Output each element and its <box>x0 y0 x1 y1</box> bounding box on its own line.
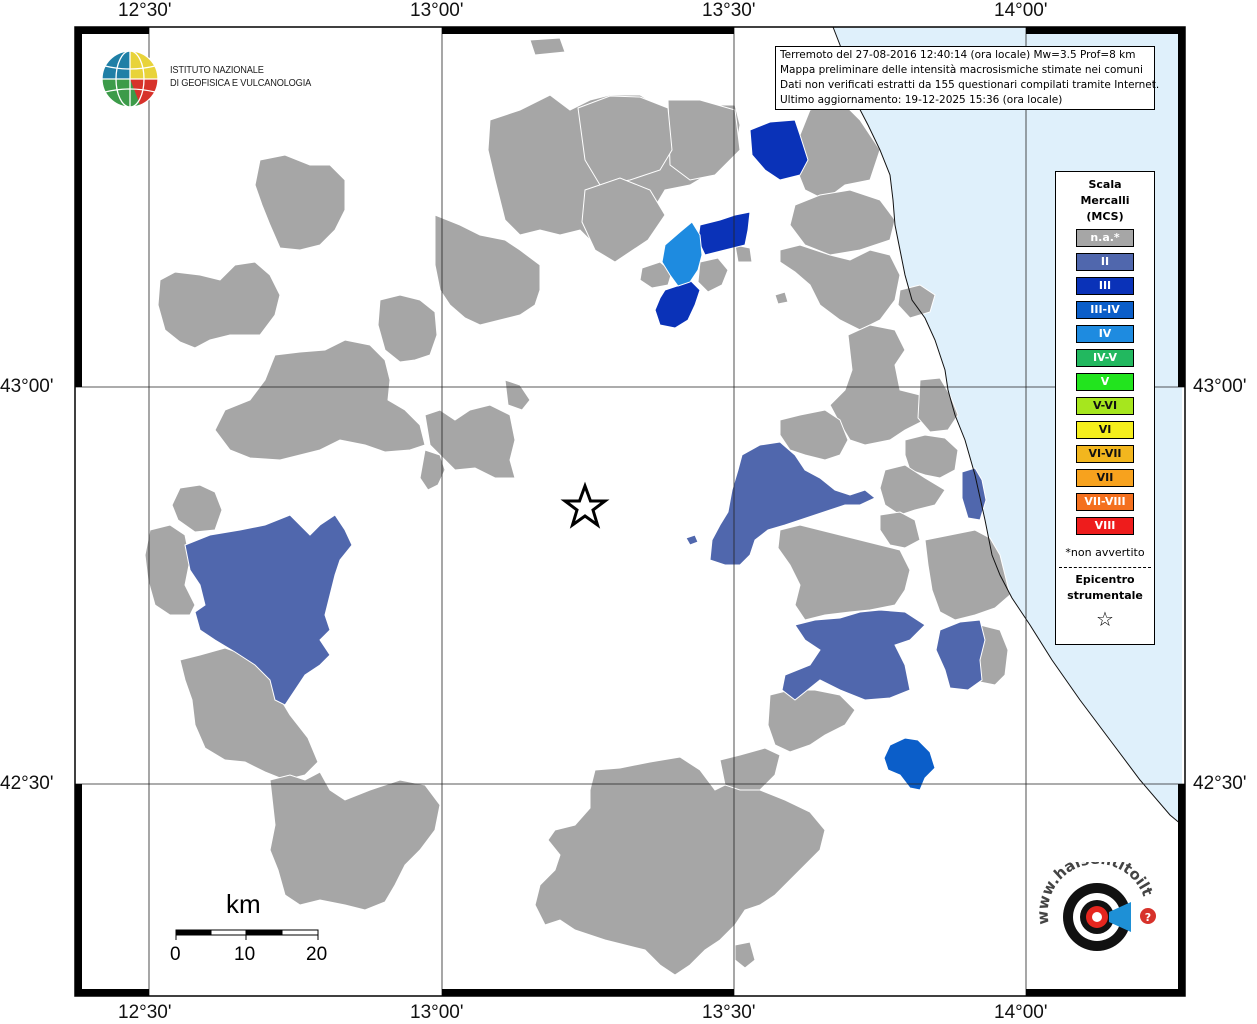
legend-swatch: V-VI <box>1076 397 1134 415</box>
legend-title: Scala Mercalli (MCS) <box>1056 177 1154 225</box>
legend-swatch: III <box>1076 277 1134 295</box>
lat-label-42-30-right: 42°30' <box>1193 773 1247 794</box>
event-info-box: Terremoto del 27-08-2016 12:40:14 (ora l… <box>775 46 1160 110</box>
legend-epicenter-line: strumentale <box>1067 589 1143 602</box>
lon-label-13-30-bottom: 13°30' <box>702 1002 756 1023</box>
lon-label-14-00-top: 14°00' <box>994 0 1048 21</box>
legend-swatch: II <box>1076 253 1134 271</box>
legend-swatch: V <box>1076 373 1134 391</box>
mcs-legend: Scala Mercalli (MCS) n.a.* II III III-IV IV I… <box>1055 171 1155 645</box>
event-info-line: Mappa preliminare delle intensità macros… <box>780 64 1143 76</box>
legend-star-icon: ☆ <box>1096 607 1114 631</box>
lat-label-43-00-left: 43°00' <box>0 376 54 397</box>
lon-label-13-00-top: 13°00' <box>410 0 464 21</box>
event-info-line: Ultimo aggiornamento: 19-12-2025 15:36 (… <box>780 94 1063 106</box>
legend-swatch: IV-V <box>1076 349 1134 367</box>
ingv-logo-line: ISTITUTO NAZIONALE <box>170 64 264 76</box>
legend-title-line: Mercalli <box>1080 194 1130 207</box>
legend-swatch: VII-VIII <box>1076 493 1134 511</box>
lon-label-13-00-bottom: 13°00' <box>410 1002 464 1023</box>
scale-bar-tick: 10 <box>234 944 256 965</box>
lat-label-43-00-right: 43°00' <box>1193 376 1247 397</box>
legend-note: *non avvertito <box>1065 546 1145 559</box>
scale-bar-tick: 0 <box>170 944 181 965</box>
lon-label-14-00-bottom: 14°00' <box>994 1002 1048 1023</box>
scale-bar-unit: km <box>226 889 261 919</box>
legend-swatch: IV <box>1076 325 1134 343</box>
legend-epicenter-label: Epicentro strumentale <box>1056 572 1154 604</box>
lon-label-12-30-top: 12°30' <box>118 0 172 21</box>
lon-label-12-30-bottom: 12°30' <box>118 1002 172 1023</box>
haisentito-logo-icon: www.haisentitoilterremoto.it ? <box>1035 862 1157 951</box>
legend-swatch: VII <box>1076 469 1134 487</box>
svg-text:?: ? <box>1145 911 1151 924</box>
legend-title-line: (MCS) <box>1086 210 1124 223</box>
legend-title-line: Scala <box>1088 178 1122 191</box>
event-info-line: Dati non verificati estratti da 155 ques… <box>780 79 1160 91</box>
legend-epicenter-line: Epicentro <box>1075 573 1135 586</box>
scale-bar-tick: 20 <box>306 944 328 965</box>
legend-swatch: VIII <box>1076 517 1134 535</box>
legend-swatch: VI-VII <box>1076 445 1134 463</box>
legend-divider <box>1059 567 1151 568</box>
lat-label-42-30-left: 42°30' <box>0 773 54 794</box>
ingv-globe-icon <box>101 50 159 108</box>
event-info-line: Terremoto del 27-08-2016 12:40:14 (ora l… <box>780 49 1136 61</box>
ingv-logo-text: ISTITUTO NAZIONALE DI GEOFISICA E VULCAN… <box>170 64 311 90</box>
legend-swatch: VI <box>1076 421 1134 439</box>
legend-swatch: n.a.* <box>1076 229 1134 247</box>
lon-label-13-30-top: 13°30' <box>702 0 756 21</box>
legend-swatch: III-IV <box>1076 301 1134 319</box>
ingv-logo-line: DI GEOFISICA E VULCANOLOGIA <box>170 77 312 89</box>
